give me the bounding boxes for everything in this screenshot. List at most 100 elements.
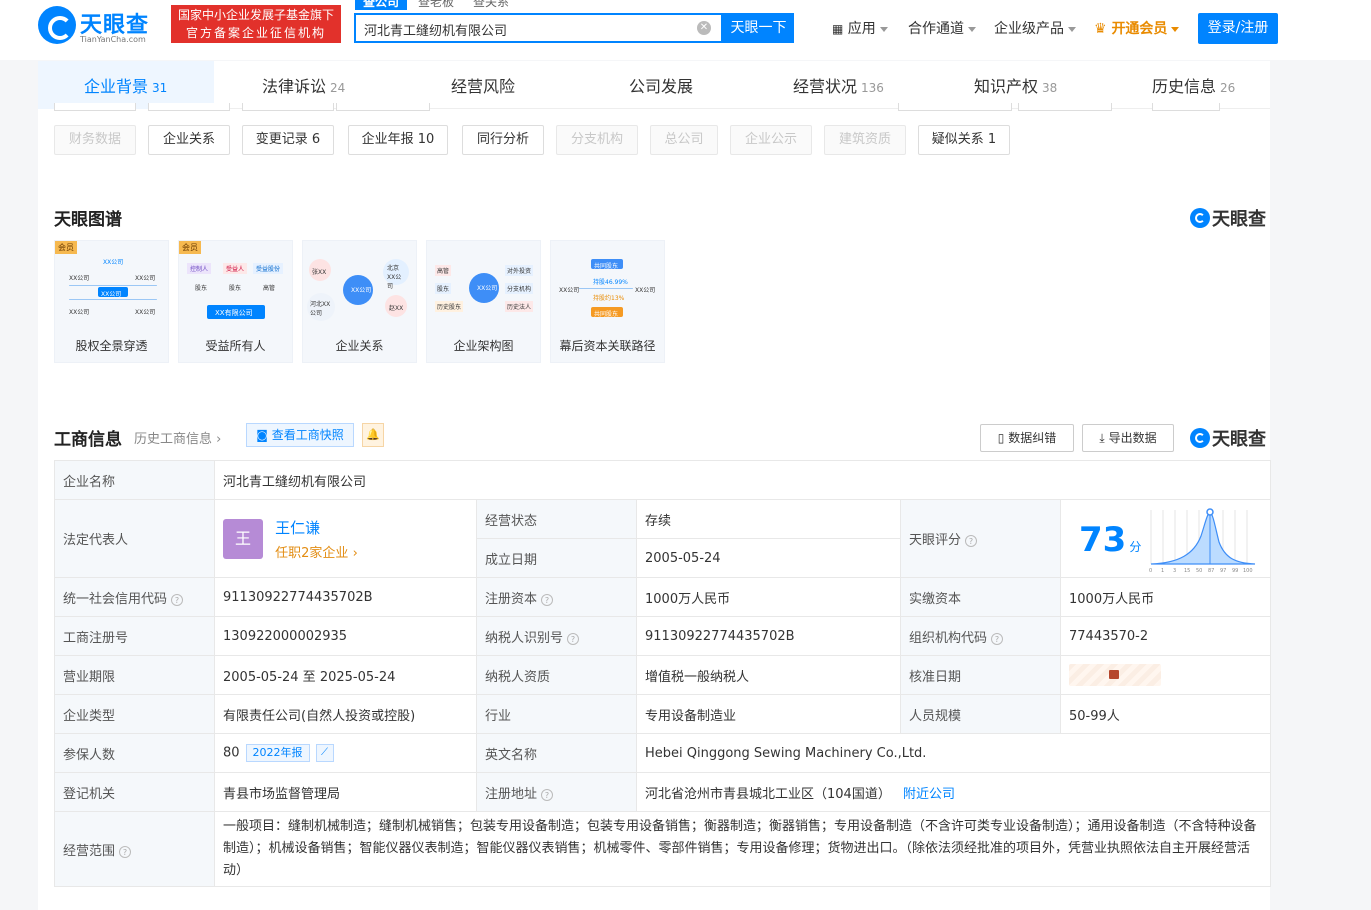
mini-node: XX公司 bbox=[135, 275, 156, 282]
tax-qualification-label: 纳税人资质 bbox=[476, 655, 637, 695]
export-data-button[interactable]: ⤓ 导出数据 bbox=[1082, 424, 1174, 452]
insured-year-select[interactable]: 2022年报 bbox=[245, 744, 310, 762]
reg-capital-label-text: 注册资本 bbox=[485, 591, 538, 607]
avatar[interactable]: 王 bbox=[223, 518, 263, 559]
legal-rep-positions-link[interactable]: 任职2家企业 › bbox=[275, 542, 358, 561]
chip-row-above bbox=[898, 103, 1012, 111]
tab-history[interactable]: 历史信息 26 bbox=[1152, 73, 1235, 97]
chip-change-records[interactable]: 变更记录 6 bbox=[242, 125, 334, 155]
mini-line bbox=[69, 285, 157, 286]
member-tag: 会员 bbox=[55, 241, 77, 254]
score-curve bbox=[1150, 511, 1256, 565]
document-icon: ▯ bbox=[997, 431, 1005, 445]
tab-operations[interactable]: 经营状况 136 bbox=[793, 73, 884, 97]
nav-apps-label: 应用 bbox=[847, 21, 876, 37]
mini-node: XX公司 bbox=[69, 275, 90, 282]
help-icon[interactable]: ? bbox=[541, 788, 554, 801]
crown-icon: ♛ bbox=[1094, 21, 1107, 37]
nearby-companies-link[interactable]: 附近公司 bbox=[903, 787, 955, 802]
tianyancha-logo[interactable]: 天眼查 TianYanCha.com bbox=[38, 6, 164, 46]
help-icon[interactable]: ? bbox=[119, 845, 132, 858]
mini-node: 对外投资 bbox=[505, 265, 534, 276]
help-icon[interactable]: ? bbox=[567, 632, 580, 645]
help-icon[interactable]: ? bbox=[965, 535, 978, 547]
reg-capital-value: 1000万人民币 bbox=[636, 577, 901, 617]
chip-financial-data: 财务数据 bbox=[54, 125, 136, 155]
tab-legal[interactable]: 法律诉讼 24 bbox=[262, 73, 345, 97]
tab-count: 136 bbox=[861, 81, 884, 95]
history-business-info-link[interactable]: 历史工商信息 › bbox=[134, 428, 221, 447]
paid-capital-value: 1000万人民币 bbox=[1059, 577, 1272, 617]
nav-enterprise-products[interactable]: 企业级产品 bbox=[994, 18, 1076, 38]
lock-icon[interactable] bbox=[1069, 664, 1161, 686]
chip-parent-company: 总公司 bbox=[650, 125, 718, 155]
search-tab-boss[interactable]: 查老板 bbox=[418, 0, 454, 10]
graph-card-beneficiary[interactable]: 会员 控制人 受益人 受益股份 股东 股东 高管 XX有限公司 受益所有人 bbox=[178, 240, 293, 363]
search-tab-relation[interactable]: 查关系 bbox=[473, 0, 509, 10]
industry-value: 专用设备制造业 bbox=[636, 694, 901, 734]
nav-cooperation[interactable]: 合作通道 bbox=[908, 18, 976, 38]
mini-node: 历史法人 bbox=[505, 301, 534, 312]
chip-branches: 分支机构 bbox=[556, 125, 638, 155]
chip-peer-analysis[interactable]: 同行分析 bbox=[462, 125, 544, 155]
mini-label: 共同股东 bbox=[594, 311, 619, 318]
mini-label: 持股约13% bbox=[593, 295, 625, 302]
graph-card-equity[interactable]: 会员 XX公司 XX公司 XX公司 XX公司 XX公司 XX公司 股权全景穿透 bbox=[54, 240, 169, 363]
snapshot-button[interactable]: ◙ 查看工商快照 bbox=[246, 423, 354, 447]
company-type-value: 有限责任公司(自然人投资或控股) bbox=[214, 694, 477, 734]
search-input-value: 河北青工缝纫机有限公司 bbox=[364, 24, 508, 39]
graph-card-structure[interactable]: 高管 股东 历史股东 XX公司 对外投资 分支机构 历史法人 企业架构图 bbox=[426, 240, 541, 363]
graph-card-relation[interactable]: 张XX 北京XX公司 XX公司 河北XX公司 赵XX 企业关系 bbox=[302, 240, 417, 363]
tax-id-label: 纳税人识别号? bbox=[476, 616, 637, 656]
apps-grid-icon: ▦ bbox=[832, 22, 844, 36]
tab-label: 公司发展 bbox=[629, 77, 694, 96]
scope-value: 一般项目：缝制机械制造；缝制机械销售；包装专用设备制造；包装专用设备销售；衡器制… bbox=[213, 811, 1272, 887]
mini-node: XX公司 bbox=[559, 287, 580, 294]
mini-node: 股东 bbox=[435, 283, 452, 294]
graph-card-label: 股权全景穿透 bbox=[75, 339, 148, 353]
tab-background[interactable]: 企业背景 31 bbox=[84, 73, 167, 97]
clear-icon[interactable]: ✕ bbox=[697, 21, 711, 35]
search-button[interactable]: 天眼一下 bbox=[723, 13, 794, 43]
mini-role: 股东 bbox=[229, 285, 242, 292]
tab-ip[interactable]: 知识产权 38 bbox=[974, 73, 1057, 97]
history-link-label: 历史工商信息 bbox=[134, 432, 213, 447]
approval-date-label: 核准日期 bbox=[900, 655, 1061, 695]
nav-apps[interactable]: ▦ 应用 bbox=[832, 18, 888, 38]
camera-icon: ◙ bbox=[256, 428, 268, 442]
brand-text: 天眼查 bbox=[1212, 209, 1266, 230]
mini-node-center: XX有限公司 bbox=[215, 309, 253, 317]
help-icon[interactable]: ? bbox=[171, 593, 184, 606]
graph-card-label: 企业架构图 bbox=[453, 339, 514, 353]
table-row: 法定代表人 王 王仁谦 任职2家企业 › 经营状态 存续 天眼评分? 73分 bbox=[54, 499, 1272, 578]
legal-rep-name-link[interactable]: 王仁谦 bbox=[275, 517, 358, 538]
trend-chart-icon[interactable]: ⟋ bbox=[315, 744, 334, 762]
bell-icon[interactable]: 🔔 bbox=[362, 423, 384, 447]
chip-annual-reports[interactable]: 企业年报 10 bbox=[348, 125, 448, 155]
graph-card-capital-path[interactable]: 共同股东 持股46.99% XX公司 XX公司 持股约13% 共同股东 幕后资本… bbox=[550, 240, 665, 363]
tab-development[interactable]: 公司发展 bbox=[629, 73, 693, 97]
score-axis-label: 99 bbox=[1232, 568, 1238, 574]
mini-tag: 受益人 bbox=[223, 263, 248, 274]
help-icon[interactable]: ? bbox=[991, 632, 1004, 645]
chip-enterprise-relation[interactable]: 企业关系 bbox=[148, 125, 230, 155]
content-panel: 财务数据 企业关系 变更记录 6 企业年报 10 同行分析 分支机构 总公司 企… bbox=[38, 103, 1272, 910]
nav-vip[interactable]: ♛ 开通会员 bbox=[1094, 18, 1180, 38]
tianyancha-brand: 天眼查 bbox=[1190, 205, 1266, 231]
score-axis-label: 0 bbox=[1149, 568, 1152, 574]
graph-card-label: 企业关系 bbox=[335, 339, 384, 353]
search-tab-company[interactable]: 查公司 bbox=[355, 0, 408, 10]
authority-label: 登记机关 bbox=[54, 772, 215, 812]
login-button[interactable]: 登录/注册 bbox=[1198, 13, 1278, 44]
graph-card-label: 受益所有人 bbox=[205, 339, 266, 353]
data-correction-button[interactable]: ▯ 数据纠错 bbox=[980, 424, 1074, 452]
mini-node: 高管 bbox=[435, 265, 452, 276]
table-row: 工商注册号 130922000002935 纳税人识别号? 9113092277… bbox=[54, 616, 1272, 656]
help-icon[interactable]: ? bbox=[541, 593, 554, 606]
chip-suspected-relation[interactable]: 疑似关系 1 bbox=[918, 125, 1010, 155]
brand-logo-icon bbox=[1190, 208, 1210, 228]
tab-risk[interactable]: 经营风险 bbox=[451, 73, 515, 97]
chevron-down-icon bbox=[1171, 26, 1180, 32]
company-name-value: 河北青工缝纫机有限公司 bbox=[213, 460, 1272, 500]
search-input[interactable]: 河北青工缝纫机有限公司 ✕ bbox=[354, 13, 723, 43]
